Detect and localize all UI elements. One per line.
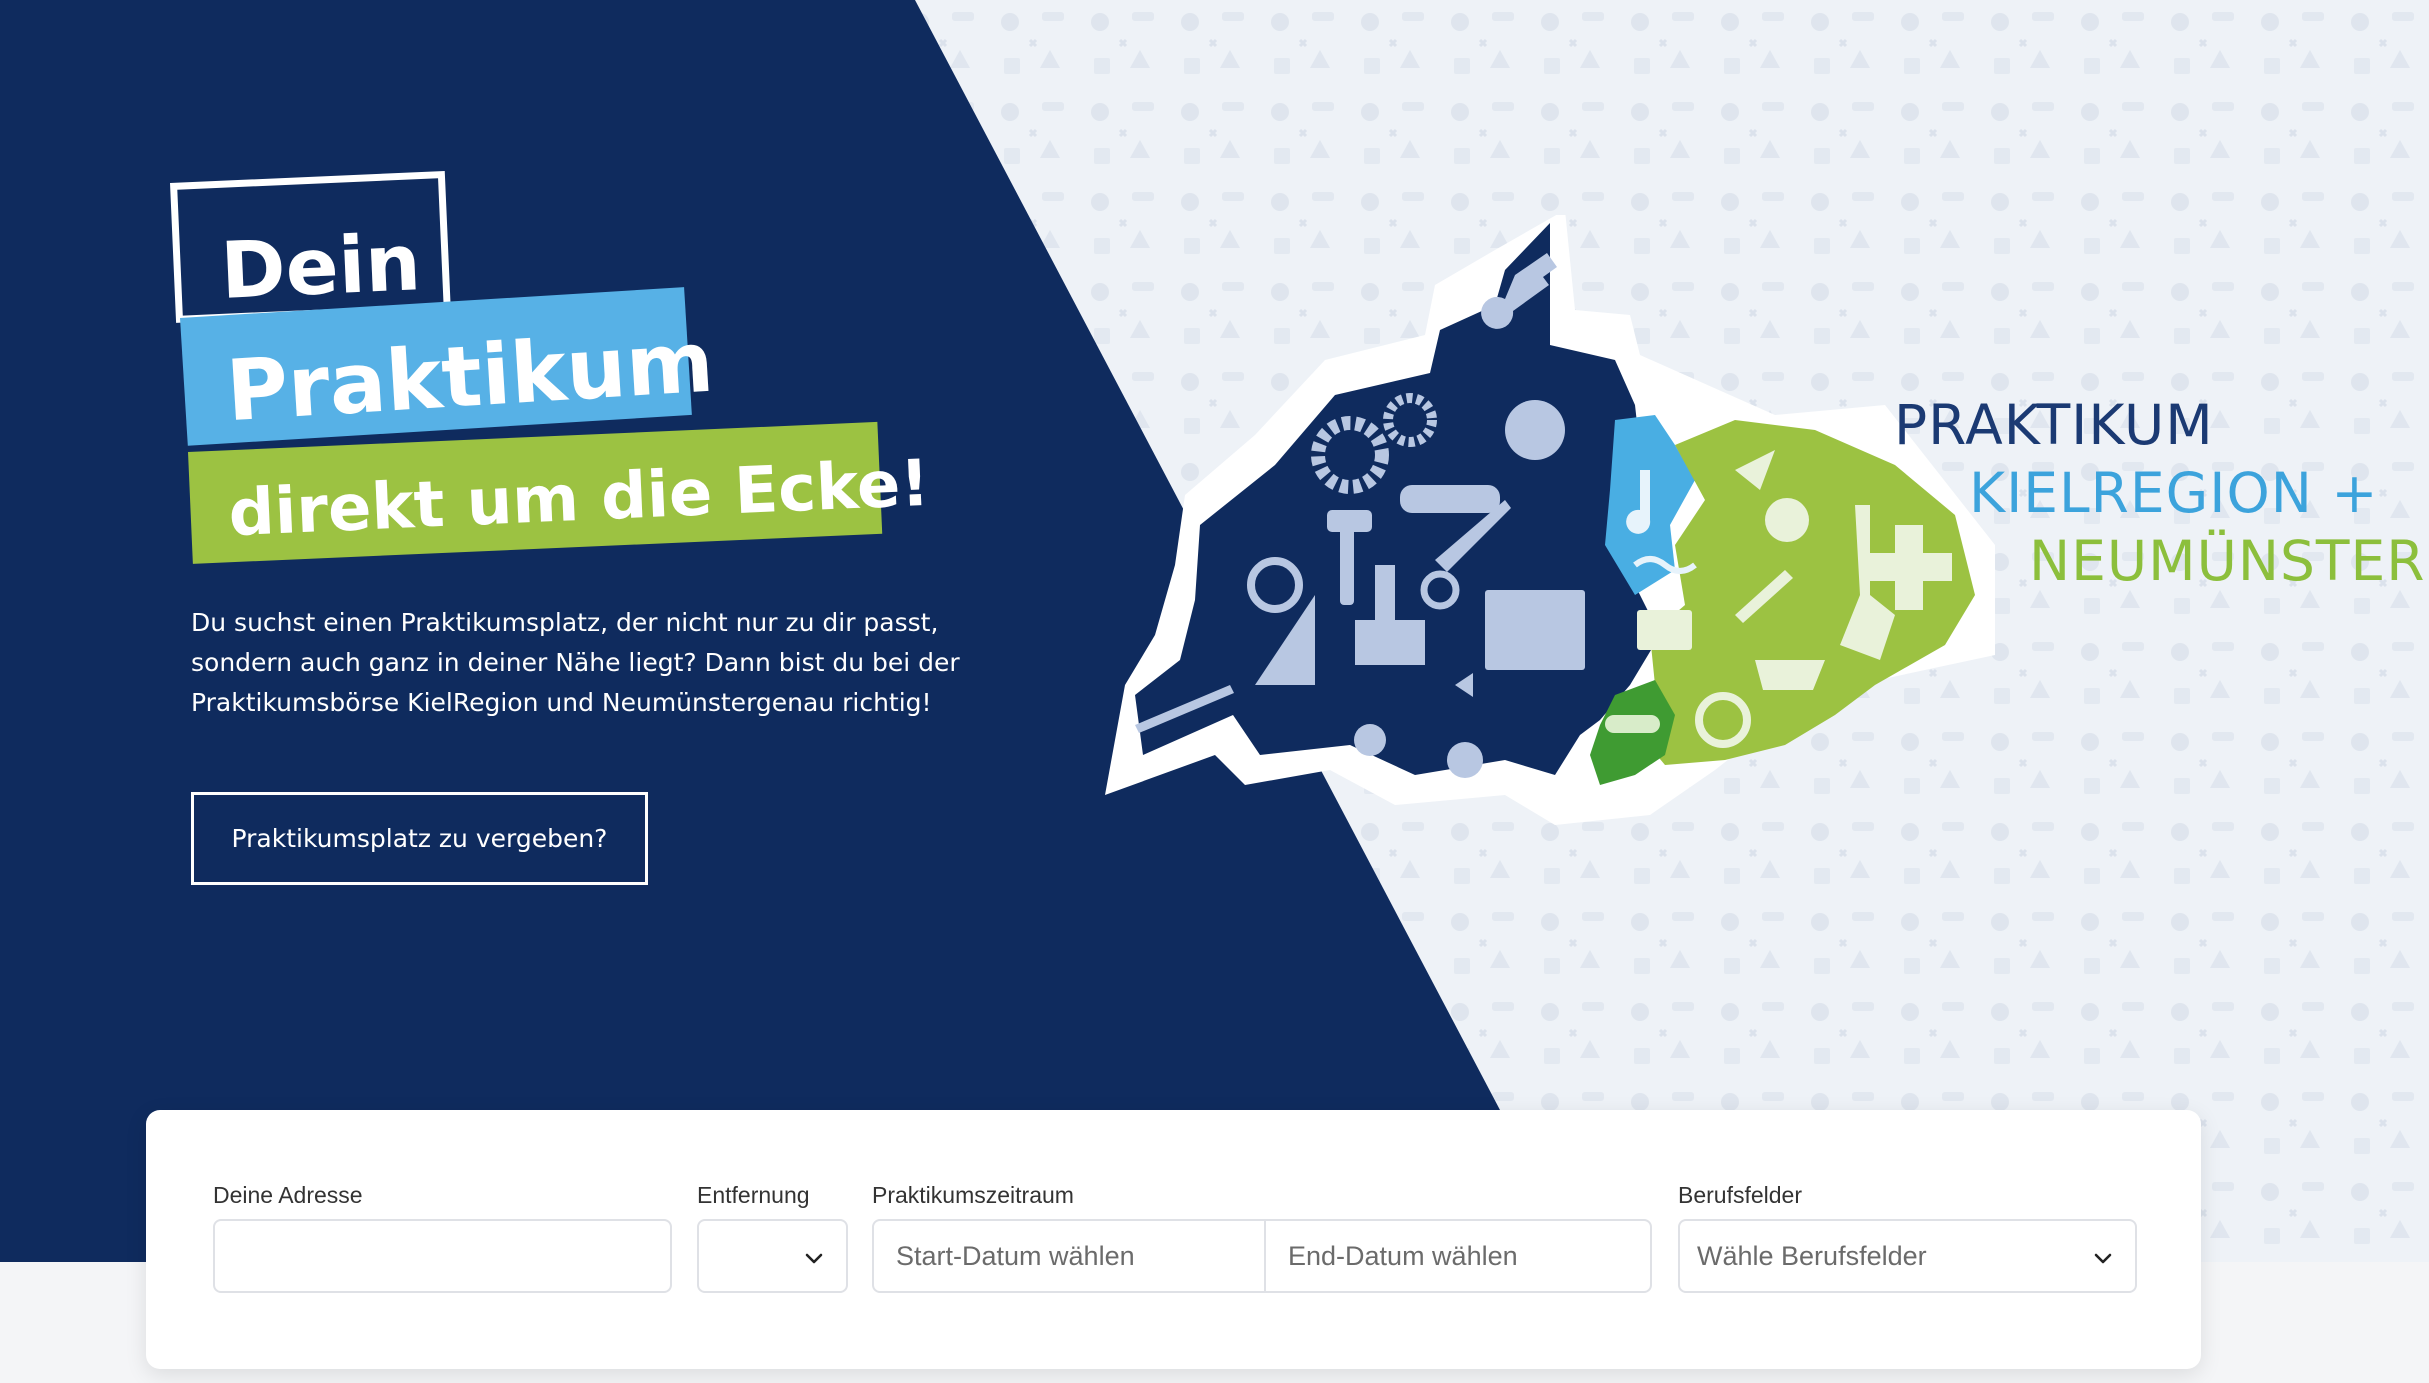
- start-date-input[interactable]: [874, 1221, 1264, 1291]
- car-icon: [1400, 485, 1500, 513]
- end-date-input[interactable]: [1266, 1221, 1652, 1291]
- headline-tag-dein: Dein: [170, 171, 451, 323]
- chef-hat-icon: [1765, 498, 1809, 542]
- shopping-cart-icon: [1755, 660, 1825, 690]
- region-map-illustration: [1105, 215, 1995, 825]
- bricks-icon: [1485, 590, 1585, 670]
- fields-placeholder: Wähle Berufsfelder: [1697, 1241, 1927, 1271]
- map-darkgreen-icons: [1605, 715, 1660, 733]
- envelope-icon: [1637, 610, 1692, 650]
- fields-label: Berufsfelder: [1678, 1182, 1803, 1208]
- distance-label: Entfernung: [697, 1182, 810, 1208]
- distance-select[interactable]: [697, 1219, 848, 1293]
- chevron-down-icon: [2094, 1253, 2112, 1264]
- address-label: Deine Adresse: [213, 1182, 363, 1208]
- logo-line-praktikum: PRAKTIKUM: [1894, 393, 2214, 457]
- search-filter-card: Deine Adresse Entfernung Praktikumszeitr…: [146, 1110, 2201, 1369]
- paperclip-icon: [1605, 715, 1660, 733]
- chevron-down-icon: [805, 1253, 823, 1264]
- paw-icon: [1354, 724, 1386, 756]
- logo-line-neumuenster: NEUMÜNSTER: [2029, 529, 2426, 593]
- address-field-wrapper: [213, 1219, 672, 1293]
- lightbulb-icon: [1447, 742, 1483, 778]
- address-input[interactable]: [215, 1221, 670, 1291]
- offer-internship-button[interactable]: Praktikumsplatz zu vergeben?: [191, 792, 648, 885]
- logo-line-kielregion: KIELREGION +: [1969, 461, 2379, 525]
- period-label: Praktikumszeitraum: [872, 1182, 1074, 1208]
- intro-text: Du suchst einen Praktikumsplatz, der nic…: [191, 608, 960, 717]
- hero-section: Dein Praktikum direkt um die Ecke! Du su…: [0, 0, 2429, 1262]
- period-date-range: [872, 1219, 1652, 1293]
- fields-select[interactable]: Wähle Berufsfelder: [1678, 1219, 2137, 1293]
